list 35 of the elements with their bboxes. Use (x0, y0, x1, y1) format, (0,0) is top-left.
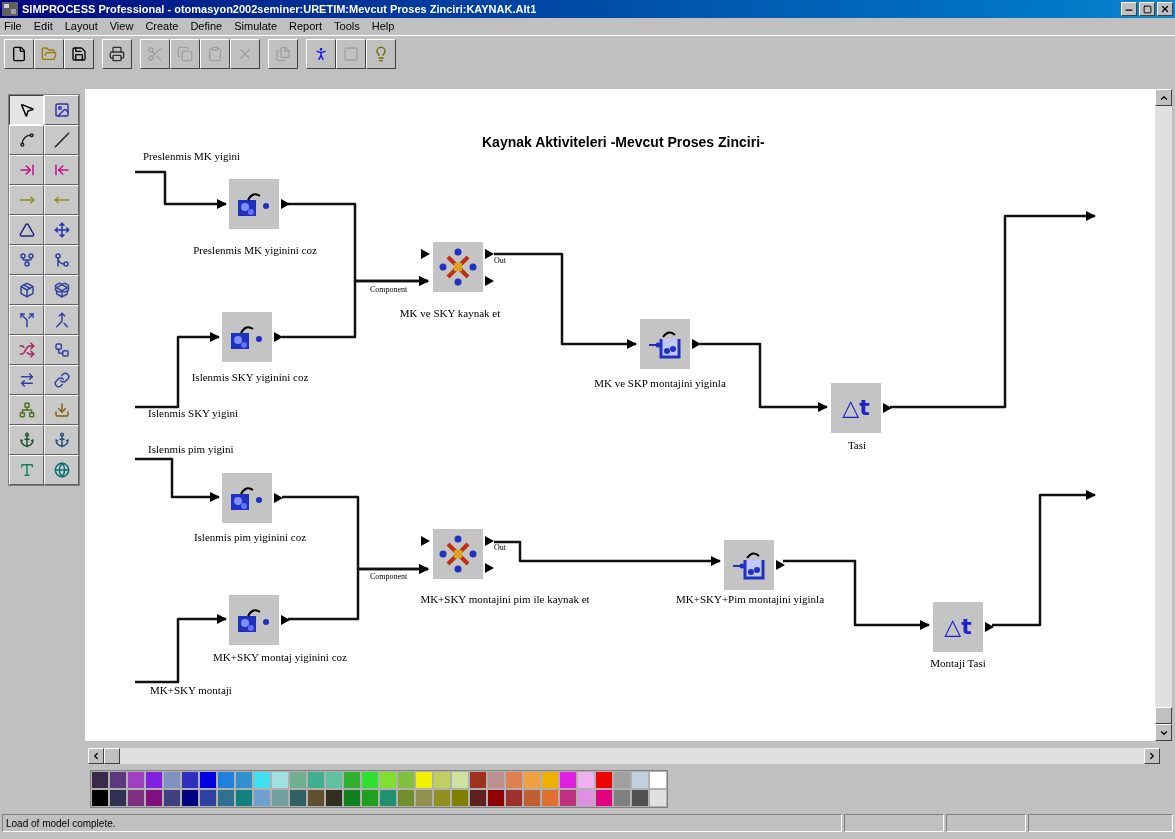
node-label: MK ve SKP montajini yiginla (594, 376, 726, 391)
menu-item[interactable]: Edit (33, 18, 53, 35)
node-label: MK ve SKY kaynak et (399, 306, 501, 321)
source-label: Islenmis SKY yigini (148, 406, 239, 421)
source-label: Preslenmis MK yigini (143, 149, 241, 164)
process-node[interactable]: △t (831, 383, 881, 433)
delay-glyph: △t (842, 397, 870, 419)
node-label: Montaji Tasi (930, 656, 986, 671)
diagram-title: Kaynak Aktiviteleri -Mevcut Proses Zinciri- (482, 133, 765, 152)
node-label: Islenmis SKY yiginini coz (191, 370, 309, 385)
port-label: Component (370, 284, 408, 296)
node-label: Preslenmis MK yiginini coz (193, 243, 317, 258)
menu-item[interactable]: Report (289, 18, 323, 35)
port-label: Out (494, 255, 506, 267)
port-label: Component (370, 571, 408, 583)
node-label: Islenmis pim yiginini coz (193, 530, 307, 545)
menu-item[interactable]: Layout (64, 18, 98, 35)
node-label: MK+SKY+Pim montajini yiginla (675, 592, 825, 607)
process-node[interactable]: △t (933, 602, 983, 652)
node-label: Tasi (847, 438, 867, 453)
status-text: Load of model complete. (2, 814, 842, 832)
menu-item[interactable]: Create (145, 18, 179, 35)
menu-item[interactable]: File (4, 18, 22, 35)
source-label: Islenmis pim yigini (148, 442, 234, 457)
delay-glyph: △t (944, 616, 972, 638)
node-label: MK+SKY montajini pim ile kaynak et (420, 592, 590, 607)
menu-item[interactable]: Tools (334, 18, 360, 35)
menu-item[interactable]: Help (371, 18, 395, 35)
window-title: SIMPROCESS Professional - otomasyon2002seminer:URETIM:Mevcut Proses Zinciri:KAYNAK.Alt1 (22, 1, 537, 17)
menu-item[interactable]: Define (190, 18, 223, 35)
menu-item[interactable]: View (109, 18, 134, 35)
menu-item[interactable]: Simulate (234, 18, 277, 35)
port-label: Out (494, 542, 506, 554)
node-label: MK+SKY montaj yiginini coz (213, 650, 347, 665)
source-label: MK+SKY montaji (150, 683, 232, 698)
